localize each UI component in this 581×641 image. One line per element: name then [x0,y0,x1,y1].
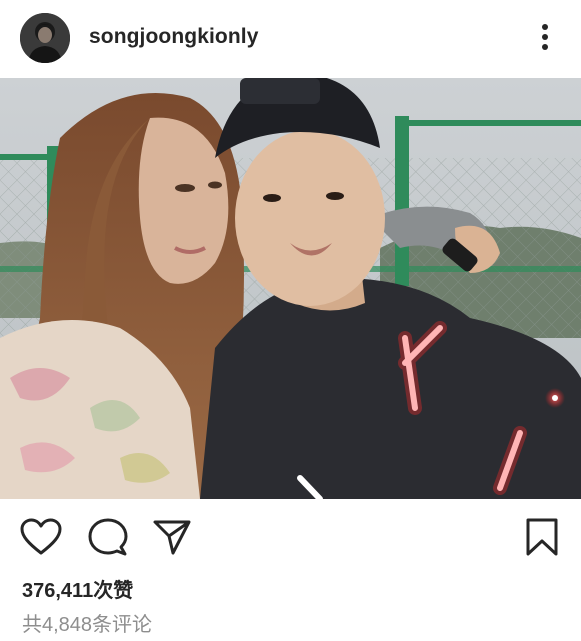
bookmark-icon [526,518,558,556]
share-button[interactable] [150,515,194,559]
like-button[interactable] [19,515,63,559]
comment-button[interactable] [86,515,130,559]
likes-count[interactable]: 376,411次赞 [22,574,133,603]
post-username[interactable]: songjoongkionly [89,25,259,49]
post-photo[interactable] [0,78,581,499]
post-header: songjoongkionly [0,0,581,78]
send-icon [153,520,191,555]
comment-icon [88,518,128,556]
post-action-bar [0,499,581,574]
save-button[interactable] [520,515,564,559]
avatar[interactable] [20,13,70,63]
heart-icon [20,518,62,555]
more-options-icon [542,24,548,50]
view-comments-link[interactable]: 共4,848条评论 [22,608,152,637]
more-options-button[interactable] [526,18,564,56]
